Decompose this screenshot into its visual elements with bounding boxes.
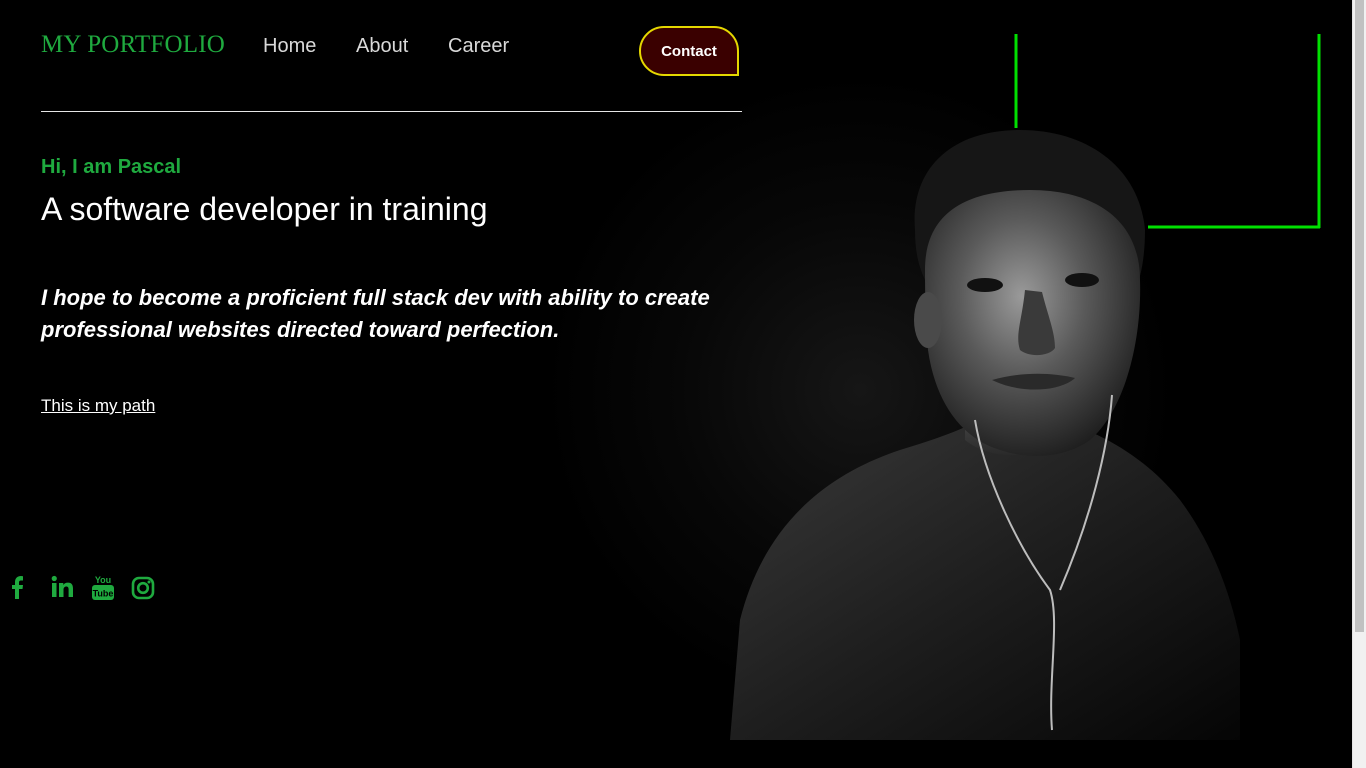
facebook-link[interactable]: [8, 572, 48, 604]
site-logo[interactable]: MY PORTFOLIO: [41, 31, 225, 59]
facebook-icon: [12, 576, 23, 599]
svg-text:You: You: [95, 575, 111, 585]
hero-headline: A software developer in training: [41, 191, 488, 227]
hero-tagline: I hope to become a proficient full stack…: [41, 285, 710, 342]
youtube-icon: You Tube: [92, 575, 114, 600]
nav-career-link[interactable]: Career: [448, 35, 509, 58]
linkedin-icon: [51, 575, 73, 597]
scrollbar-thumb[interactable]: [1355, 0, 1364, 632]
contact-button[interactable]: Contact: [639, 26, 739, 76]
instagram-link[interactable]: [128, 572, 168, 604]
linkedin-link[interactable]: [48, 572, 88, 604]
header-divider: [41, 111, 742, 112]
profile-photo: [730, 130, 1240, 740]
vertical-scrollbar[interactable]: [1352, 0, 1366, 768]
instagram-icon: [131, 576, 155, 600]
youtube-link[interactable]: You Tube: [88, 572, 128, 604]
my-path-link[interactable]: This is my path: [41, 396, 155, 416]
svg-text:Tube: Tube: [93, 589, 114, 599]
portfolio-page: MY PORTFOLIO Home About Career Contact H…: [0, 0, 1352, 768]
nav-about-link[interactable]: About: [356, 35, 408, 58]
social-links: You Tube: [8, 572, 168, 604]
nav-home-link[interactable]: Home: [263, 35, 316, 58]
hero-greeting: Hi, I am Pascal: [41, 156, 182, 178]
